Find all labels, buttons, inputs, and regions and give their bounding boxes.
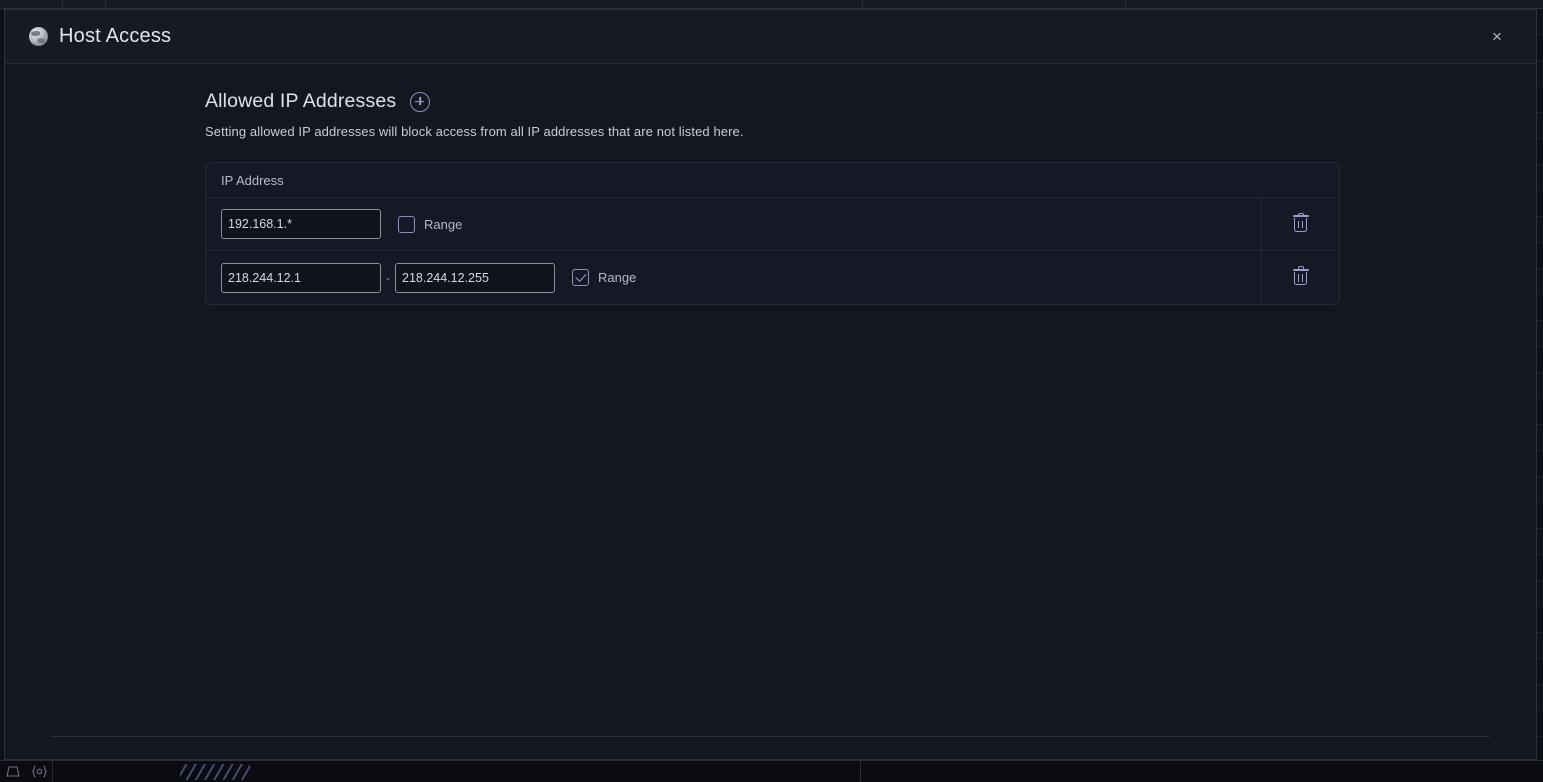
dialog-title-group: Host Access (29, 25, 171, 48)
row-actions-cell (1261, 251, 1339, 304)
table-row: - Range (206, 251, 1339, 304)
plus-circle-icon[interactable] (410, 92, 430, 112)
progress-stripes (180, 764, 250, 780)
status-separator (52, 761, 53, 782)
host-access-dialog: Host Access × Allowed IP Addresses Setti… (4, 9, 1537, 760)
range-separator: - (381, 272, 395, 284)
globe-icon (29, 27, 48, 46)
range-checkbox[interactable] (572, 269, 589, 286)
section-header: Allowed IP Addresses (205, 90, 1336, 113)
ip-start-input[interactable] (221, 263, 381, 293)
section-description: Setting allowed IP addresses will block … (205, 124, 1336, 139)
content-area: Allowed IP Addresses Setting allowed IP … (5, 90, 1536, 305)
dialog-body: Allowed IP Addresses Setting allowed IP … (5, 64, 1536, 759)
table-header-row: IP Address (206, 163, 1339, 198)
status-bar (0, 760, 1543, 781)
trapezoid-icon[interactable] (0, 766, 26, 777)
trash-icon[interactable] (1293, 215, 1309, 233)
range-toggle[interactable]: Range (398, 216, 462, 233)
range-label: Range (598, 270, 636, 285)
close-icon[interactable]: × (1484, 24, 1510, 50)
row-actions-cell (1261, 198, 1339, 250)
range-label: Range (424, 217, 462, 232)
ip-start-input[interactable] (221, 209, 381, 239)
ip-address-table: IP Address Range (205, 162, 1340, 305)
background-toolbar: Private Public (0, 0, 1543, 9)
dialog-header: Host Access × (5, 10, 1536, 64)
range-checkbox[interactable] (398, 216, 415, 233)
range-toggle[interactable]: Range (572, 269, 636, 286)
footer-divider (51, 736, 1490, 737)
table-row: Range (206, 198, 1339, 251)
gear-braces-icon[interactable] (26, 765, 52, 778)
ip-address-cell: - Range (206, 251, 1261, 304)
trash-icon[interactable] (1293, 269, 1309, 287)
status-grip (860, 761, 861, 782)
dialog-title: Host Access (59, 25, 171, 48)
ip-address-cell: Range (206, 198, 1261, 250)
column-header-ip-address: IP Address (221, 173, 284, 188)
section-title: Allowed IP Addresses (205, 90, 396, 113)
ip-end-input[interactable] (395, 263, 555, 293)
